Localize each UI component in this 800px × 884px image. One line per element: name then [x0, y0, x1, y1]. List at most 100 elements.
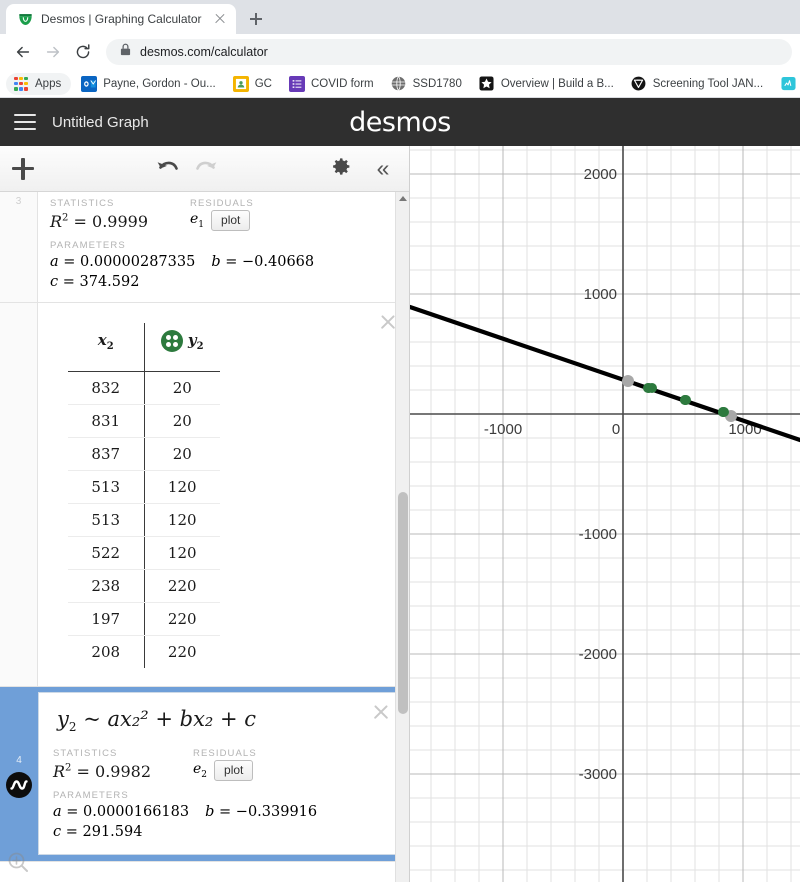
table-body: 83220 83120 83720 513120 513120 522120 2…	[68, 372, 220, 669]
scroll-up-icon[interactable]	[399, 196, 407, 201]
bookmark-screening-tool[interactable]: Screening Tool JAN...	[624, 73, 770, 95]
bookmark-apps[interactable]: Apps	[6, 73, 71, 95]
bookmark-label: Apps	[35, 78, 61, 90]
bookmark-teal-app[interactable]	[773, 73, 800, 95]
collapse-panel-button[interactable]: «	[365, 146, 401, 192]
back-button[interactable]	[8, 37, 38, 67]
bookmark-label: Payne, Gordon - Ou...	[103, 78, 216, 90]
parameters-section: PARAMETERS a = 0.0000166183b = −0.339916…	[53, 790, 390, 842]
cell-x[interactable]: 837	[68, 438, 144, 471]
table-row[interactable]: 513120	[68, 471, 220, 504]
add-expression-button[interactable]	[0, 146, 46, 192]
bookmark-label: Overview | Build a B...	[501, 78, 614, 90]
desmos-favicon	[17, 11, 33, 27]
parameter-values: a = 0.0000166183b = −0.339916 c = 291.59…	[53, 803, 390, 842]
parameters-section: PARAMETERS a = 0.00000287335b = −0.40668…	[50, 240, 397, 292]
column-header-x2[interactable]: x2	[68, 323, 144, 357]
graph-title[interactable]: Untitled Graph	[52, 114, 149, 131]
cell-y[interactable]: 120	[144, 471, 220, 504]
x-tick-0: 0	[612, 421, 620, 438]
cell-x[interactable]: 513	[68, 504, 144, 537]
cell-y[interactable]: 20	[144, 438, 220, 471]
cell-x[interactable]: 238	[68, 570, 144, 603]
bookmark-covid-form[interactable]: COVID form	[282, 73, 381, 95]
row-number: 4	[16, 755, 22, 766]
globe-icon	[391, 76, 407, 92]
parameter-values: a = 0.00000287335b = −0.40668 c = 374.59…	[50, 253, 397, 292]
cell-y[interactable]: 20	[144, 372, 220, 405]
cell-y[interactable]: 220	[144, 570, 220, 603]
x-tick-neg1000: -1000	[484, 421, 522, 438]
table-row[interactable]: 197220	[68, 603, 220, 636]
browser-window: Desmos | Graphing Calculator	[0, 0, 800, 884]
data-table[interactable]: x2 y2	[68, 323, 220, 668]
redo-button[interactable]	[186, 146, 226, 192]
table-row[interactable]: 238220	[68, 570, 220, 603]
graph-svg: 2000 1000 -1000 -2000 -3000 -1000 0 1000	[410, 146, 800, 882]
cell-x[interactable]: 831	[68, 405, 144, 438]
gear-icon	[331, 156, 352, 182]
table-row[interactable]: 83120	[68, 405, 220, 438]
cell-y[interactable]: 20	[144, 405, 220, 438]
cell-y[interactable]: 120	[144, 504, 220, 537]
google-classroom-icon	[233, 76, 249, 92]
bookmark-label: COVID form	[311, 78, 374, 90]
cell-x[interactable]: 832	[68, 372, 144, 405]
cell-y[interactable]: 220	[144, 603, 220, 636]
graph-canvas[interactable]: 2000 1000 -1000 -2000 -3000 -1000 0 1000	[410, 146, 800, 882]
cell-y[interactable]: 120	[144, 537, 220, 570]
point-style-icon[interactable]	[161, 330, 183, 352]
residuals-section: RESIDUALS e2 plot	[193, 748, 390, 781]
expression-row-regression-2[interactable]: 4 y2 ~ ax₂² +	[0, 687, 409, 862]
reload-button[interactable]	[68, 37, 98, 67]
address-bar[interactable]: desmos.com/calculator	[106, 39, 792, 65]
outlook-icon	[81, 76, 97, 92]
forward-button[interactable]	[38, 37, 68, 67]
zoom-in-icon[interactable]	[6, 850, 32, 876]
scrollbar-thumb[interactable]	[398, 492, 408, 714]
table-row[interactable]: 513120	[68, 504, 220, 537]
star-icon	[479, 76, 495, 92]
cell-x[interactable]: 197	[68, 603, 144, 636]
parameter-c: c = 291.594	[53, 823, 142, 843]
table-row[interactable]: 208220	[68, 636, 220, 669]
bookmark-gc[interactable]: GC	[226, 73, 279, 95]
regression-formula[interactable]: y2 ~ ax₂² + bx₂ + c	[57, 707, 390, 734]
regression-icon[interactable]	[6, 772, 32, 798]
bookmark-ssd1780[interactable]: SSD1780	[384, 73, 469, 95]
expression-scrollbar[interactable]	[395, 192, 409, 882]
table-row[interactable]: 83720	[68, 438, 220, 471]
cell-x[interactable]: 522	[68, 537, 144, 570]
browser-tab[interactable]: Desmos | Graphing Calculator	[6, 4, 236, 34]
row-body: y2 ~ ax₂² + bx₂ + c STATISTICS R2 = 0.99…	[38, 692, 403, 855]
plot-residuals-button[interactable]: plot	[211, 210, 250, 231]
settings-button[interactable]	[323, 146, 359, 192]
cell-y[interactable]: 220	[144, 636, 220, 669]
close-icon[interactable]	[212, 11, 228, 27]
plot-residuals-button[interactable]: plot	[214, 760, 253, 781]
plus-icon	[12, 158, 34, 180]
row-number: 3	[16, 196, 22, 207]
y-tick-1000: 1000	[584, 286, 617, 303]
table-row[interactable]: 522120	[68, 537, 220, 570]
url-text: desmos.com/calculator	[140, 45, 268, 59]
forms-icon	[289, 76, 305, 92]
new-tab-button[interactable]	[242, 5, 270, 33]
r-exponent: 2	[65, 763, 71, 774]
desmos-header: Untitled Graph desmos	[0, 98, 800, 146]
table-row[interactable]: 83220	[68, 372, 220, 405]
teal-app-icon	[780, 76, 796, 92]
bookmark-outlook[interactable]: Payne, Gordon - Ou...	[74, 73, 223, 95]
menu-icon[interactable]	[14, 114, 36, 130]
y-tick-neg1000: -1000	[579, 526, 617, 543]
residuals-label: RESIDUALS	[193, 748, 390, 759]
cell-x[interactable]: 513	[68, 471, 144, 504]
expression-scroll-area: 3 STATISTICS R2 = 0.9999	[0, 192, 409, 882]
cell-x[interactable]: 208	[68, 636, 144, 669]
close-icon[interactable]	[370, 701, 392, 723]
column-header-y2[interactable]: y2	[144, 323, 220, 357]
bookmark-overview[interactable]: Overview | Build a B...	[472, 73, 621, 95]
expression-row-regression-1[interactable]: 3 STATISTICS R2 = 0.9999	[0, 192, 409, 303]
expression-row-table[interactable]: x2 y2	[0, 303, 409, 687]
undo-button[interactable]	[148, 146, 188, 192]
